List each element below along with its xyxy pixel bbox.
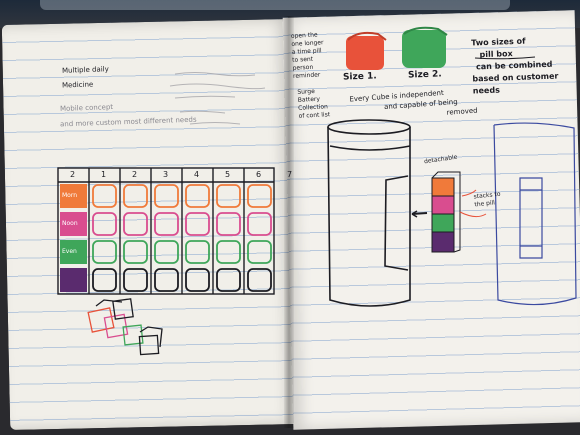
day-number: 2 — [70, 170, 76, 179]
size-1-label: Size 1. — [342, 71, 377, 83]
pill-cell — [185, 240, 210, 264]
open-note: open the one longer a time pill to sent … — [291, 31, 326, 81]
stack-label: stacks to the pill — [473, 190, 501, 209]
two-sizes-note: Two sizes of pill box can be combined ba… — [471, 35, 559, 98]
pill-cell — [185, 184, 210, 208]
day-number: 1 — [101, 170, 107, 179]
note-medicine: Medicine — [61, 80, 94, 90]
row-label: Morn — [62, 192, 78, 199]
pill-cell — [123, 268, 148, 292]
size-1-cube — [346, 31, 387, 70]
day-number: 4 — [194, 170, 200, 179]
row-color-cell — [60, 268, 87, 292]
day-number: 7 — [287, 170, 293, 179]
note-multiple-daily: Multiple daily — [61, 65, 109, 75]
pill-cell — [185, 268, 210, 292]
pill-cell — [216, 184, 241, 208]
pill-cell — [216, 240, 241, 264]
row-label: Noon — [62, 220, 78, 227]
row-label-cells — [60, 184, 87, 292]
pill-cell — [216, 268, 241, 292]
size-2-label: Size 2. — [407, 69, 442, 81]
pill-cell — [123, 184, 148, 208]
pill-cell — [247, 268, 272, 292]
day-number: 6 — [256, 170, 262, 179]
pill-cell — [247, 240, 272, 264]
side-note: Surge Battery Collection of cont list — [297, 87, 330, 121]
weekly-pill-grid — [57, 167, 275, 295]
pill-cell — [154, 240, 179, 264]
blue-container-sketch — [493, 122, 577, 306]
pill-cell — [247, 184, 272, 208]
day-number: 2 — [132, 170, 138, 179]
pill-cell — [247, 212, 272, 236]
pill-cell — [154, 212, 179, 236]
loose-cube-sketch — [87, 298, 163, 356]
pill-cell — [92, 240, 117, 264]
pill-cell — [92, 268, 117, 292]
stacked-cubes — [431, 171, 461, 253]
pill-cell — [123, 240, 148, 264]
size-2-cube — [402, 26, 448, 68]
open-note-line: reminder — [292, 71, 321, 80]
pill-cell — [92, 212, 117, 236]
side-note-line: of cont list — [298, 111, 331, 120]
pill-cell — [123, 212, 148, 236]
pill-cell — [216, 212, 241, 236]
pill-cell — [92, 184, 117, 208]
container-sketch — [327, 119, 428, 307]
row-label: Even — [62, 248, 77, 255]
pill-cell — [154, 268, 179, 292]
pill-cell — [185, 212, 210, 236]
day-number: 5 — [225, 170, 231, 179]
day-number: 3 — [163, 170, 169, 179]
pill-cell — [154, 184, 179, 208]
